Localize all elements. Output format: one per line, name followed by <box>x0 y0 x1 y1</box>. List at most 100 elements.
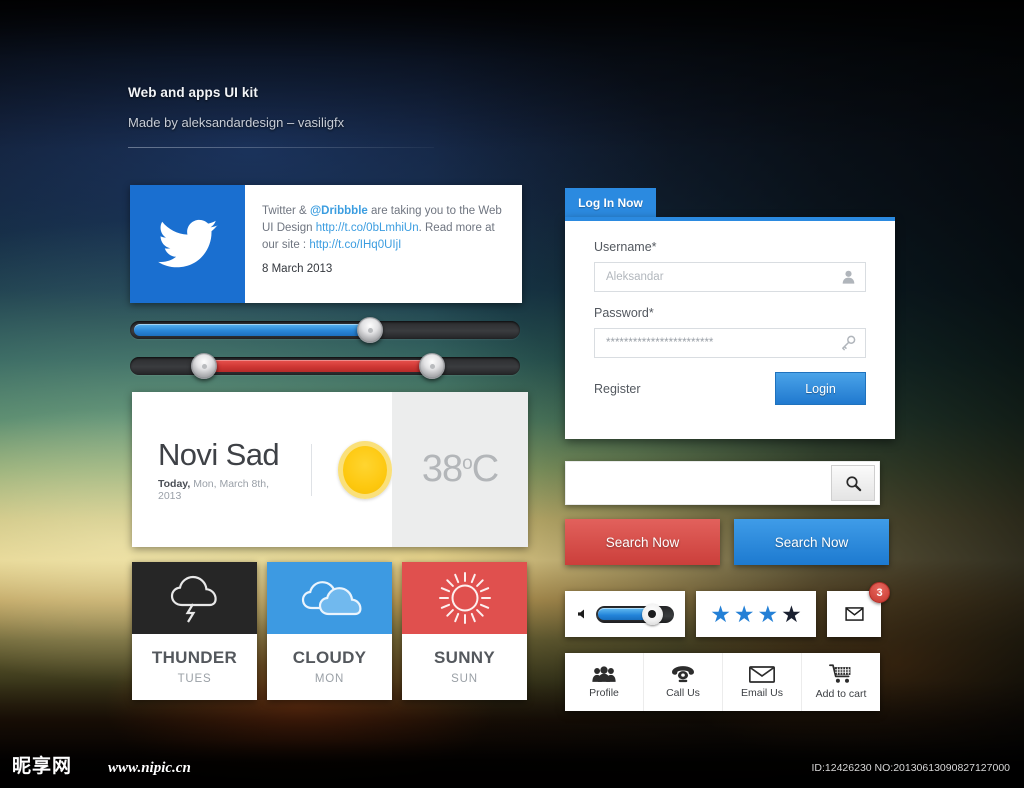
twitter-logo-panel <box>130 185 245 303</box>
header-divider <box>128 147 434 148</box>
search-submit-button[interactable] <box>831 465 875 501</box>
watermark-logo-text: 昵享网 <box>12 755 73 777</box>
page-title: Web and apps UI kit <box>128 85 258 100</box>
weather-forecast-tiles: THUNDER TUES CLOUDY MON SUNNY SUN <box>132 562 527 700</box>
screenshot-root: Web and apps UI kit Made by aleksandarde… <box>0 0 1024 788</box>
twitter-mention-link[interactable]: @Dribbble <box>310 205 368 217</box>
volume-slider-track[interactable] <box>595 603 674 625</box>
star-rating-widget[interactable]: ★ ★ ★ ★ <box>696 591 816 637</box>
blue-slider[interactable] <box>130 317 520 343</box>
username-label: Username* <box>594 240 657 254</box>
weather-degree-symbol: o <box>462 453 473 474</box>
twitter-date: 8 March 2013 <box>262 263 333 275</box>
action-item-label: Call Us <box>666 687 700 699</box>
page-subtitle: Made by aleksandardesign – vasiligfx <box>128 115 345 130</box>
weather-main-card: Novi Sad Today, Mon, March 8th, 2013 38o… <box>132 392 528 547</box>
weather-tile-name: CLOUDY <box>292 648 367 667</box>
twitter-content: Twitter & @Dribbble are taking you to th… <box>245 185 522 303</box>
thunder-cloud-icon <box>132 562 257 634</box>
password-field[interactable] <box>594 328 866 358</box>
volume-slider-handle[interactable] <box>641 603 663 625</box>
sun-rays-icon <box>402 562 527 634</box>
twitter-card: Twitter & @Dribbble are taking you to th… <box>130 185 522 303</box>
mail-badge-count: 3 <box>869 582 890 603</box>
weather-tile-label: SUNNY SUN <box>402 634 527 700</box>
footer-watermark-bar: 昵享网 www.nipic.cn ID:12426230 NO:20130613… <box>0 742 1024 788</box>
search-now-blue-button[interactable]: Search Now <box>734 519 889 565</box>
envelope-icon <box>749 665 775 683</box>
weather-divider <box>310 443 312 496</box>
shopping-cart-icon <box>829 664 853 684</box>
star-icon-2[interactable]: ★ <box>734 602 755 626</box>
slider-handle-right[interactable] <box>419 353 445 379</box>
slider-fill <box>210 360 438 372</box>
twitter-text: Twitter & @Dribbble are taking you to th… <box>262 203 504 254</box>
action-item-label: Profile <box>589 686 619 699</box>
widget-row: ★ ★ ★ ★ 3 <box>565 582 890 637</box>
watermark-url: www.nipic.cn <box>108 760 191 776</box>
key-icon <box>840 335 856 351</box>
twitter-link-2[interactable]: http://t.co/IHq0UIjI <box>309 239 401 251</box>
cloud-icon <box>267 562 392 634</box>
star-icon-1[interactable]: ★ <box>710 602 731 626</box>
volume-widget[interactable] <box>565 591 685 637</box>
weather-date: Today, Mon, March 8th, 2013 <box>158 478 285 502</box>
weather-temperature: 38oC <box>421 448 499 491</box>
search-box[interactable] <box>565 461 880 505</box>
search-input[interactable] <box>566 462 831 504</box>
action-item-call-us[interactable]: Call Us <box>644 653 723 711</box>
weather-tile-day: SUN <box>451 673 478 685</box>
envelope-icon <box>844 607 864 621</box>
weather-city: Novi Sad <box>158 437 280 472</box>
weather-tile-cloudy[interactable]: CLOUDY MON <box>267 562 392 700</box>
slider-handle-left[interactable] <box>191 353 217 379</box>
star-icon-4[interactable]: ★ <box>781 602 802 626</box>
weather-tile-day: MON <box>314 673 345 685</box>
twitter-bird-icon <box>157 218 219 270</box>
weather-tile-thunder[interactable]: THUNDER TUES <box>132 562 257 700</box>
weather-tile-day: TUES <box>177 673 212 685</box>
user-icon <box>841 270 856 285</box>
action-bar: Profile Call Us Email Us Add to cart <box>565 653 880 711</box>
weather-tile-sunny[interactable]: SUNNY SUN <box>402 562 527 700</box>
action-item-label: Add to cart <box>815 688 867 700</box>
weather-unit: C <box>471 448 499 490</box>
action-item-email-us[interactable]: Email Us <box>723 653 802 711</box>
login-button[interactable]: Login <box>775 372 866 405</box>
weather-tile-name: SUNNY <box>433 648 495 667</box>
slider-fill <box>134 324 370 336</box>
search-action-buttons: Search Now Search Now <box>565 519 889 565</box>
weather-temp-value: 38 <box>421 448 463 490</box>
weather-tile-label: CLOUDY MON <box>267 634 392 700</box>
password-input[interactable] <box>595 329 865 357</box>
slider-handle[interactable] <box>357 317 383 343</box>
weather-today-label: Today, <box>158 478 191 490</box>
star-icon-3[interactable]: ★ <box>758 602 779 626</box>
mail-widget[interactable]: 3 <box>827 582 890 637</box>
red-range-slider[interactable] <box>130 353 520 379</box>
username-field[interactable] <box>594 262 866 292</box>
twitter-text-prefix: Twitter & <box>262 205 310 217</box>
weather-temp-panel: 38oC <box>392 392 528 547</box>
action-item-add-to-cart[interactable]: Add to cart <box>802 653 880 711</box>
login-actions: Register Login <box>594 372 866 405</box>
weather-tile-label: THUNDER TUES <box>132 634 257 700</box>
password-label: Password* <box>594 306 654 320</box>
speaker-icon <box>577 608 589 620</box>
magnifier-icon <box>845 475 862 492</box>
weather-tile-name: THUNDER <box>151 648 238 667</box>
tab-log-in-now[interactable]: Log In Now <box>565 188 656 217</box>
weather-main-left: Novi Sad Today, Mon, March 8th, 2013 <box>132 392 392 547</box>
login-panel: Username* Password* Register Login <box>565 217 895 439</box>
search-now-red-button[interactable]: Search Now <box>565 519 720 565</box>
register-link[interactable]: Register <box>594 382 641 396</box>
watermark-id-text: ID:12426230 NO:20130613090827127000 <box>811 762 1010 774</box>
sun-icon <box>337 440 392 499</box>
action-item-profile[interactable]: Profile <box>565 653 644 711</box>
username-input[interactable] <box>595 263 865 291</box>
phone-icon <box>671 665 695 683</box>
action-item-label: Email Us <box>740 686 783 699</box>
twitter-link-1[interactable]: http://t.co/0bLmhiUn <box>316 222 419 234</box>
page-header: Web and apps UI kit Made by aleksandarde… <box>128 85 434 148</box>
weather-location-block: Novi Sad Today, Mon, March 8th, 2013 <box>158 437 285 502</box>
